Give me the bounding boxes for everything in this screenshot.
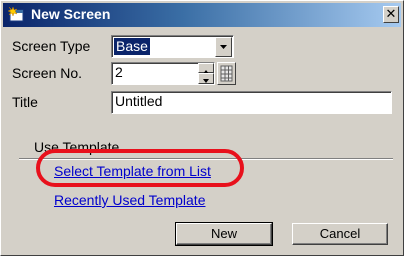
title-bar[interactable]: New Screen ✕ [3,3,401,27]
title-value: Untitled [115,93,163,109]
arrow-down-icon [203,79,209,83]
title-label: Title [12,94,38,110]
annotation-highlight [36,149,244,187]
spin-down-button[interactable] [198,73,214,84]
screen-type-label: Screen Type [12,38,91,54]
new-screen-icon [7,6,24,22]
dropdown-button[interactable] [215,37,232,57]
new-button-label: New [210,226,237,241]
window-title: New Screen [31,6,111,22]
cancel-button[interactable]: Cancel [292,223,388,245]
recent-template-link[interactable]: Recently Used Template [54,192,205,208]
screen-no-value: 2 [115,64,123,80]
screen-type-select[interactable]: Base [111,35,234,58]
spin-up-button[interactable] [198,63,214,74]
screen-type-value: Base [114,38,150,55]
keypad-icon [220,65,233,82]
cancel-button-label: Cancel [319,226,361,241]
chevron-down-icon [220,45,227,49]
new-screen-dialog: New Screen ✕ Screen Type Base Screen No.… [0,0,404,256]
new-button[interactable]: New [175,222,273,246]
close-button[interactable]: ✕ [383,6,399,23]
close-icon: ✕ [385,6,397,21]
title-input[interactable]: Untitled [111,91,392,114]
screen-no-label: Screen No. [12,65,83,81]
keypad-button[interactable] [217,62,236,85]
